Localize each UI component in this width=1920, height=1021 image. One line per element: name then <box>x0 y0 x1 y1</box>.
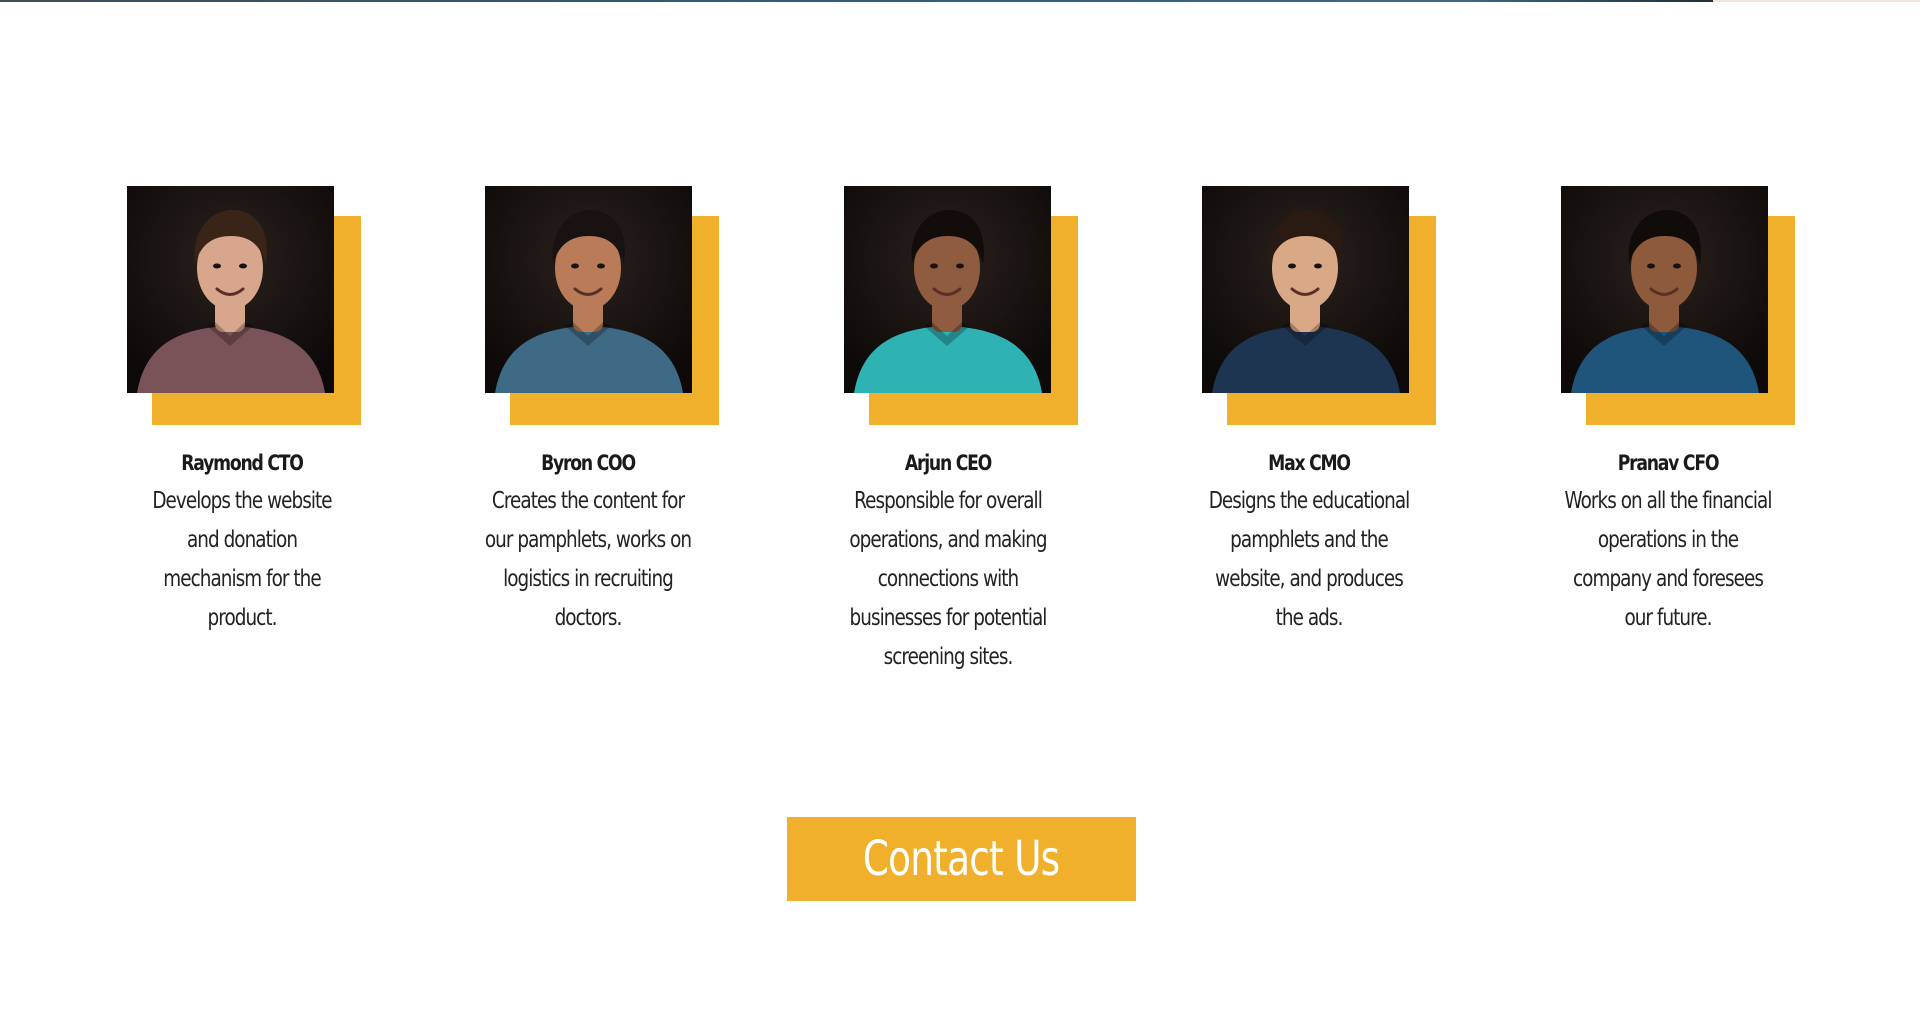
member-description: Designs the educational pamphlets and th… <box>1208 488 1411 631</box>
member-text: Arjun CEO Responsible for overall operat… <box>818 444 1078 677</box>
portrait-image <box>485 186 692 393</box>
member-text: Max CMO Designs the educational pamphlet… <box>1179 444 1439 638</box>
top-divider-tail <box>1713 0 1920 2</box>
member-text: Byron COO Creates the content for our pa… <box>458 444 718 638</box>
member-name: Arjun CEO <box>904 451 992 475</box>
member-description: Develops the website and donation mechan… <box>152 488 332 631</box>
portrait-image <box>1202 186 1409 393</box>
member-name: Byron COO <box>541 451 636 475</box>
member-description: Creates the content for our pamphlets, w… <box>484 488 692 631</box>
member-description: Responsible for overall operations, and … <box>849 488 1047 670</box>
member-photo <box>1561 186 1768 393</box>
member-photo-frame <box>1202 186 1436 425</box>
member-photo <box>485 186 692 393</box>
top-divider <box>0 0 1713 2</box>
member-photo <box>1202 186 1409 393</box>
portrait-image <box>1561 186 1768 393</box>
portrait-image <box>844 186 1051 393</box>
member-photo-frame <box>1561 186 1795 425</box>
member-photo <box>127 186 334 393</box>
member-text: Raymond CTO Develops the website and don… <box>112 444 372 638</box>
contact-us-label: Contact Us <box>863 831 1060 887</box>
portrait-image <box>127 186 334 393</box>
member-photo-frame <box>127 186 361 425</box>
member-photo <box>844 186 1051 393</box>
member-photo-frame <box>844 186 1078 425</box>
member-name: Raymond CTO <box>181 451 304 475</box>
team-section: Raymond CTO Develops the website and don… <box>0 186 1920 706</box>
member-description: Works on all the financial operations in… <box>1564 488 1772 631</box>
about-team-page: Raymond CTO Develops the website and don… <box>0 0 1920 1021</box>
member-name: Pranav CFO <box>1617 451 1720 475</box>
member-name: Max CMO <box>1268 451 1351 475</box>
member-photo-frame <box>485 186 719 425</box>
contact-us-button[interactable]: Contact Us <box>787 817 1136 901</box>
member-text: Pranav CFO Works on all the financial op… <box>1538 444 1798 638</box>
